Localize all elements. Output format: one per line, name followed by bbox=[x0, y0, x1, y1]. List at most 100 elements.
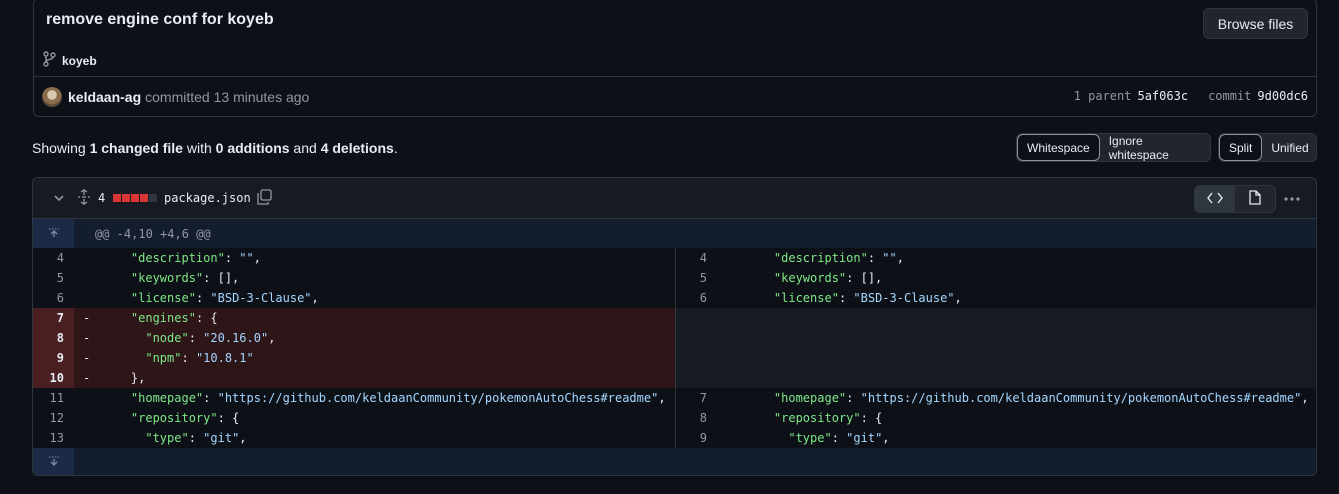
diff-line: 5 "keywords": [], bbox=[33, 268, 675, 288]
code-view-button[interactable] bbox=[1195, 186, 1235, 212]
line-number[interactable]: 5 bbox=[33, 268, 74, 288]
line-number[interactable]: 9 bbox=[676, 428, 717, 448]
diff-line: 5 "keywords": [], bbox=[676, 268, 1316, 288]
line-number[interactable]: 9 bbox=[33, 348, 74, 368]
line-number[interactable]: 6 bbox=[676, 288, 717, 308]
summary-suffix: . bbox=[393, 140, 398, 156]
code-token: : bbox=[188, 431, 204, 445]
code-token: : { bbox=[195, 311, 218, 325]
json-key: "type" bbox=[145, 431, 189, 445]
diff-line: 9 "type": "git", bbox=[676, 428, 1316, 448]
file-name-link[interactable]: package.json bbox=[164, 191, 251, 205]
line-code: "repository": { bbox=[745, 408, 882, 428]
line-code: "type": "git", bbox=[745, 428, 890, 448]
summary-changed: 1 changed file bbox=[89, 140, 183, 156]
unified-view-option[interactable]: Unified bbox=[1262, 134, 1316, 161]
code-token: , bbox=[954, 291, 962, 305]
line-number[interactable] bbox=[676, 368, 717, 388]
code-token: , bbox=[1301, 391, 1309, 405]
code-token: : bbox=[838, 291, 854, 305]
parent-hash-link[interactable]: 5af063c bbox=[1137, 89, 1188, 103]
diff-line: 12 "repository": { bbox=[33, 408, 675, 428]
line-number[interactable]: 10 bbox=[33, 368, 74, 388]
line-number[interactable]: 8 bbox=[676, 408, 717, 428]
code-icon bbox=[1207, 191, 1223, 207]
json-string: "BSD-3-Clause" bbox=[210, 291, 312, 305]
code-token: , bbox=[896, 251, 904, 265]
line-number[interactable]: 13 bbox=[33, 428, 74, 448]
deletions-count: 4 bbox=[98, 191, 106, 205]
line-number[interactable]: 7 bbox=[676, 388, 717, 408]
copy-icon[interactable] bbox=[256, 189, 272, 208]
code-token: : bbox=[224, 251, 240, 265]
line-number[interactable]: 5 bbox=[676, 268, 717, 288]
diff-line: 7- "engines": { bbox=[33, 308, 675, 328]
parent-label: 1 parent bbox=[1073, 89, 1132, 103]
kebab-horizontal-icon[interactable] bbox=[1283, 191, 1301, 210]
diffstat-neutral-block bbox=[149, 194, 157, 202]
diff-line: 8- "node": "20.16.0", bbox=[33, 328, 675, 348]
line-number[interactable]: 11 bbox=[33, 388, 74, 408]
line-number[interactable]: 12 bbox=[33, 408, 74, 428]
whitespace-toggle: Whitespace Ignore whitespace bbox=[1016, 133, 1211, 162]
code-token: : bbox=[203, 391, 218, 405]
line-number[interactable] bbox=[676, 308, 717, 328]
line-number[interactable]: 4 bbox=[33, 248, 74, 268]
line-number[interactable]: 8 bbox=[33, 328, 74, 348]
expand-up-button[interactable] bbox=[33, 219, 74, 248]
json-string: "" bbox=[239, 251, 254, 265]
chevron-down-icon[interactable] bbox=[53, 191, 65, 207]
json-key: "engines" bbox=[130, 311, 196, 325]
line-code: "license": "BSD-3-Clause", bbox=[745, 288, 962, 308]
line-marker: - bbox=[83, 351, 91, 365]
line-number[interactable] bbox=[676, 328, 717, 348]
file-view-button[interactable] bbox=[1235, 186, 1275, 212]
json-key: "repository" bbox=[130, 411, 218, 425]
hunk-header: @@ -4,10 +4,6 @@ bbox=[95, 226, 211, 241]
code-token: , bbox=[239, 431, 247, 445]
line-number[interactable]: 6 bbox=[33, 288, 74, 308]
line-marker bbox=[717, 348, 745, 368]
diff-line bbox=[676, 368, 1316, 388]
line-code: "repository": { bbox=[102, 408, 239, 428]
diff-line bbox=[676, 328, 1316, 348]
line-marker bbox=[717, 408, 745, 428]
line-marker: - bbox=[83, 331, 91, 345]
line-code: "keywords": [], bbox=[745, 268, 882, 288]
json-key: "homepage" bbox=[773, 391, 847, 405]
json-string: "git" bbox=[846, 431, 883, 445]
author-link[interactable]: keldaan-ag bbox=[68, 89, 141, 105]
json-key: "license" bbox=[773, 291, 839, 305]
summary-mid1: with bbox=[182, 140, 216, 156]
line-marker: - bbox=[83, 371, 91, 385]
ignore-whitespace-option[interactable]: Ignore whitespace bbox=[1100, 134, 1210, 161]
line-number[interactable]: 7 bbox=[33, 308, 74, 328]
line-number[interactable] bbox=[676, 348, 717, 368]
unfold-icon[interactable] bbox=[77, 188, 91, 208]
browse-files-button[interactable]: Browse files bbox=[1203, 8, 1308, 39]
split-view-option[interactable]: Split bbox=[1219, 134, 1263, 161]
line-code: "type": "git", bbox=[102, 428, 247, 448]
branch-name-link[interactable]: koyeb bbox=[62, 54, 97, 68]
file-icon bbox=[1249, 190, 1261, 208]
code-token: , bbox=[882, 431, 890, 445]
expand-down-button[interactable] bbox=[33, 448, 74, 475]
whitespace-option[interactable]: Whitespace bbox=[1017, 134, 1100, 161]
hunk-footer-row bbox=[33, 448, 1316, 475]
fold-down-icon bbox=[47, 454, 61, 470]
diff-right-side: 4 "description": "", 5 "keywords": [], 6 "… bbox=[675, 248, 1316, 448]
summary-prefix: Showing bbox=[32, 140, 90, 156]
line-number[interactable]: 4 bbox=[676, 248, 717, 268]
diffstat-deleted-block bbox=[140, 194, 148, 202]
code-token: : bbox=[846, 391, 861, 405]
avatar[interactable] bbox=[42, 87, 62, 107]
summary-deletions: 4 deletions bbox=[320, 140, 394, 156]
diff-line bbox=[676, 308, 1316, 328]
line-code: "description": "", bbox=[102, 248, 261, 268]
json-string: "" bbox=[882, 251, 897, 265]
